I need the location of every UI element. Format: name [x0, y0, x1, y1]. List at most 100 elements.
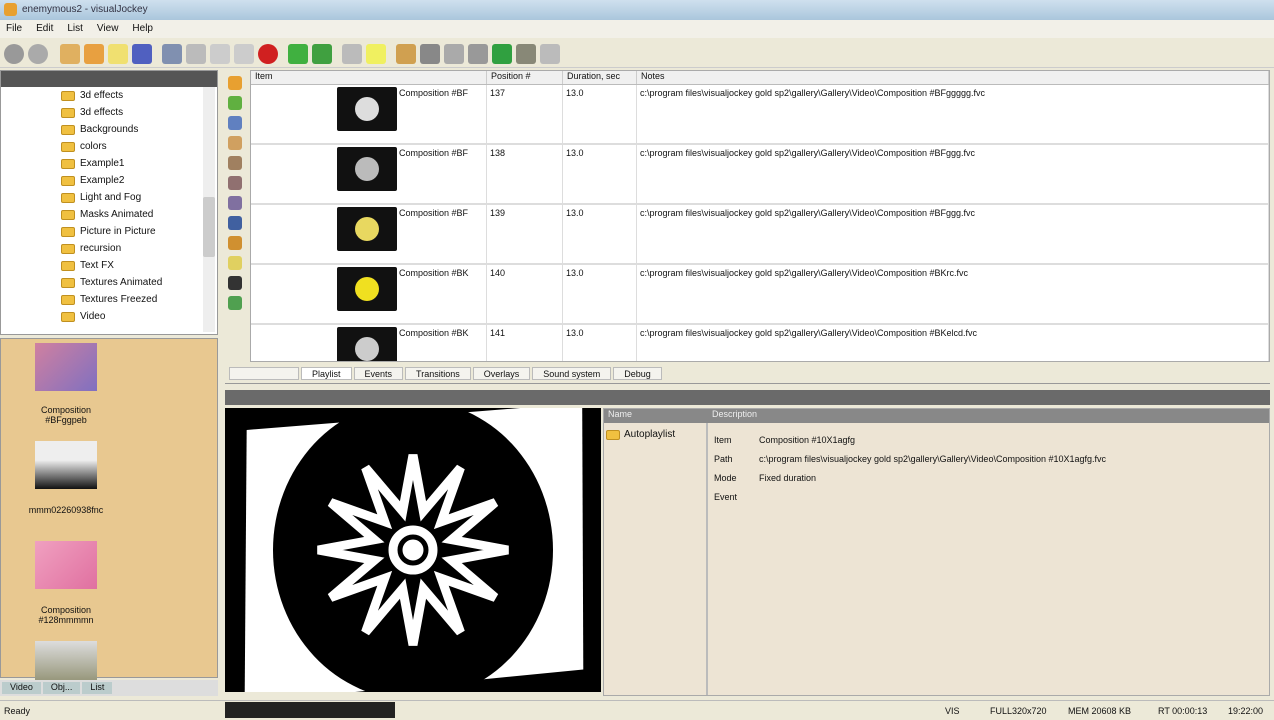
- tree-item-label: Example1: [80, 158, 125, 169]
- menu-view[interactable]: View: [97, 23, 119, 35]
- column-item[interactable]: Item: [251, 71, 487, 84]
- undo-icon[interactable]: [162, 44, 182, 64]
- tree-item-label: Textures Animated: [80, 277, 163, 288]
- tree-item[interactable]: Example2: [1, 172, 217, 189]
- folder-icon: [61, 277, 75, 288]
- search-icon[interactable]: [540, 44, 560, 64]
- settings-icon[interactable]: [420, 44, 440, 64]
- new-icon[interactable]: [60, 44, 80, 64]
- folder-icon[interactable]: [108, 44, 128, 64]
- note-icon[interactable]: [366, 44, 386, 64]
- menu-help[interactable]: Help: [132, 23, 153, 35]
- position: 140: [487, 265, 563, 323]
- tab-sound-system[interactable]: Sound system: [532, 367, 612, 380]
- tree-item[interactable]: colors: [1, 138, 217, 155]
- tab-spacer: [229, 367, 299, 380]
- column-duration[interactable]: Duration, sec: [563, 71, 637, 84]
- properties-icon[interactable]: [342, 44, 362, 64]
- status-memory: MEM 20608 KB: [1068, 706, 1132, 716]
- tree-item[interactable]: Light and Fog: [1, 189, 217, 206]
- forward-icon[interactable]: [28, 44, 48, 64]
- notes: c:\program files\visualjockey gold sp2\g…: [637, 85, 1269, 143]
- add-icon[interactable]: [228, 96, 242, 110]
- copy-icon[interactable]: [210, 44, 230, 64]
- table-row[interactable]: Composition #BF 139 13.0 c:\program files\v…: [251, 205, 1269, 265]
- back-icon[interactable]: [4, 44, 24, 64]
- tools-icon[interactable]: [396, 44, 416, 64]
- copy-layer-icon[interactable]: [228, 176, 242, 190]
- tab-events[interactable]: Events: [353, 367, 404, 380]
- tree-item[interactable]: Textures Animated: [1, 274, 217, 291]
- tree-item[interactable]: 3d effects: [1, 87, 217, 104]
- delete-icon[interactable]: [258, 44, 278, 64]
- layer-icon[interactable]: [228, 136, 242, 150]
- notes: c:\program files\visualjockey gold sp2\g…: [637, 145, 1269, 203]
- tab-transitions[interactable]: Transitions: [405, 367, 471, 380]
- note-icon[interactable]: [228, 256, 242, 270]
- play-icon[interactable]: [492, 44, 512, 64]
- folder-icon: [61, 311, 75, 322]
- table-row[interactable]: Composition #BF 138 13.0 c:\program files\v…: [251, 145, 1269, 205]
- table-row[interactable]: Composition #BK 141 13.0 c:\program files\v…: [251, 325, 1269, 361]
- tab-overlays[interactable]: Overlays: [472, 367, 531, 380]
- position: 137: [487, 85, 563, 143]
- tree-item-label: Example2: [80, 175, 125, 186]
- menu-list[interactable]: List: [67, 23, 83, 35]
- save-icon[interactable]: [132, 44, 152, 64]
- camera-icon[interactable]: [228, 276, 242, 290]
- refresh-icon[interactable]: [468, 44, 488, 64]
- thumbnail[interactable]: [35, 441, 97, 489]
- tree-item[interactable]: recursion: [1, 240, 217, 257]
- folder-icon: [61, 107, 75, 118]
- duration: 13.0: [563, 145, 637, 203]
- move-down-icon[interactable]: [312, 44, 332, 64]
- folder-icon: [61, 124, 75, 135]
- move-up-icon[interactable]: [288, 44, 308, 64]
- sound-icon[interactable]: [228, 116, 242, 130]
- tree-item[interactable]: Masks Animated: [1, 206, 217, 223]
- folder-icon: [61, 243, 75, 254]
- menu-edit[interactable]: Edit: [36, 23, 53, 35]
- column-position[interactable]: Position #: [487, 71, 563, 84]
- transition-icon[interactable]: [228, 236, 242, 250]
- tree-item-label: Video: [80, 311, 106, 322]
- thumbnail[interactable]: [35, 343, 97, 391]
- open-icon[interactable]: [84, 44, 104, 64]
- paste-icon[interactable]: [234, 44, 254, 64]
- tree-item[interactable]: Text FX: [1, 257, 217, 274]
- tree-item-label: Textures Freezed: [80, 294, 158, 305]
- tree-scrollbar[interactable]: [203, 87, 215, 332]
- menu-file[interactable]: File: [6, 23, 22, 35]
- table-row[interactable]: Composition #BF 137 13.0 c:\program files\v…: [251, 85, 1269, 145]
- thumbnail[interactable]: [35, 541, 97, 589]
- composition-thumbnail: [337, 327, 397, 361]
- duration: 13.0: [563, 325, 637, 361]
- cut-icon[interactable]: [186, 44, 206, 64]
- thumbnail-label: Composition #BFggpeb: [40, 405, 92, 425]
- property-row: Path c:\program files\visualjockey gold s…: [714, 454, 1107, 464]
- composition-thumbnail: [337, 147, 397, 191]
- tree-item[interactable]: Picture in Picture: [1, 223, 217, 240]
- globe-icon[interactable]: [228, 216, 242, 230]
- table-header: Item Position # Duration, sec Notes: [251, 71, 1269, 85]
- tree-item[interactable]: Backgrounds: [1, 121, 217, 138]
- link-icon[interactable]: [228, 196, 242, 210]
- export-icon[interactable]: [516, 44, 536, 64]
- left-tab-list[interactable]: List: [82, 682, 113, 694]
- tree-icon[interactable]: [228, 296, 242, 310]
- tree-item[interactable]: 3d effects: [1, 104, 217, 121]
- table-row[interactable]: Composition #BK 140 13.0 c:\program files\v…: [251, 265, 1269, 325]
- grid-icon[interactable]: [444, 44, 464, 64]
- tree-item[interactable]: Video: [1, 308, 217, 325]
- effect-icon[interactable]: [228, 156, 242, 170]
- tab-debug[interactable]: Debug: [613, 367, 662, 380]
- playlist-icon[interactable]: [228, 76, 242, 90]
- tree-node-autoplaylist[interactable]: Autoplaylist: [606, 429, 675, 440]
- tab-playlist[interactable]: Playlist: [301, 367, 352, 380]
- left-tab-video[interactable]: Video: [2, 682, 41, 694]
- left-tab-objects[interactable]: Obj...: [42, 682, 81, 694]
- tree-item[interactable]: Textures Freezed: [1, 291, 217, 308]
- column-notes[interactable]: Notes: [637, 71, 1269, 84]
- folder-icon: [61, 260, 75, 271]
- tree-item[interactable]: Example1: [1, 155, 217, 172]
